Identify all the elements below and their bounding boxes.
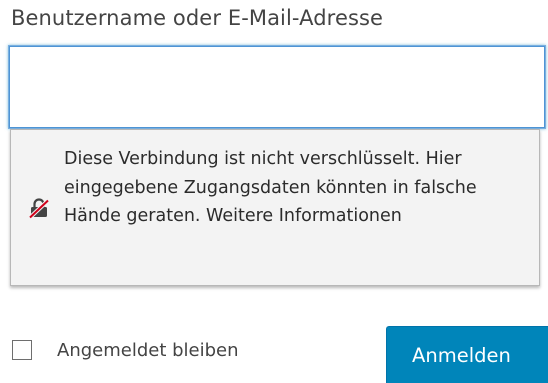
login-form: Benutzername oder E-Mail-Adresse Diese V… [0, 0, 548, 383]
insecure-connection-warning: Diese Verbindung ist nicht verschlüsselt… [10, 129, 540, 286]
insecure-warning-text[interactable]: Diese Verbindung ist nicht verschlüsselt… [64, 145, 534, 231]
username-input[interactable] [9, 46, 545, 128]
username-label: Benutzername oder E-Mail-Adresse [11, 6, 384, 30]
insecure-lock-icon [28, 198, 50, 219]
remember-me-label[interactable]: Angemeldet bleiben [57, 340, 239, 361]
login-button[interactable]: Anmelden [386, 326, 548, 383]
remember-me-checkbox[interactable] [12, 340, 32, 360]
